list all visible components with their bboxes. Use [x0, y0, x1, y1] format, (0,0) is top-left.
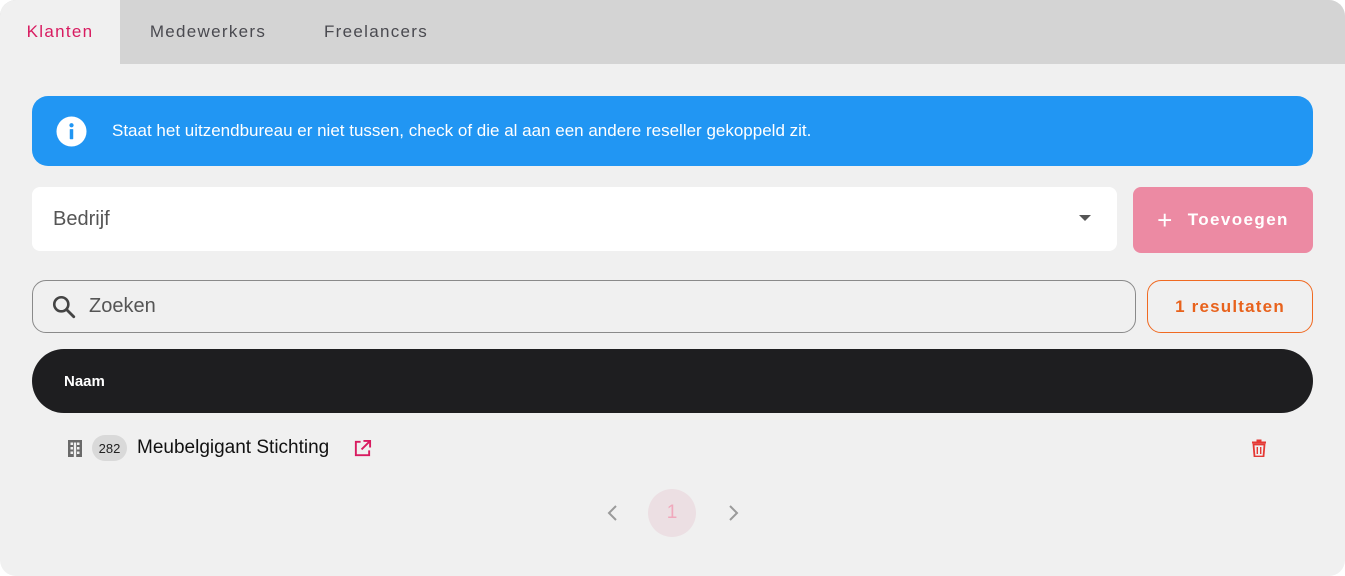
- add-button-label: Toevoegen: [1187, 210, 1289, 229]
- building-icon: [68, 440, 82, 457]
- search-icon: [52, 295, 76, 318]
- tab-freelancers[interactable]: Freelancers: [296, 0, 456, 64]
- tab-medewerkers[interactable]: Medewerkers: [120, 0, 296, 64]
- info-alert: Staat het uitzendbureau er niet tussen, …: [32, 96, 1313, 166]
- pagination: 1: [597, 489, 747, 537]
- customer-name: Meubelgigant Stichting: [137, 437, 330, 458]
- info-icon: [56, 115, 87, 147]
- company-select-value: Bedrijf: [53, 207, 110, 230]
- tab-bar: Klanten Medewerkers Freelancers: [0, 0, 1345, 64]
- company-select[interactable]: Bedrijf: [32, 187, 1117, 251]
- chevron-left-icon[interactable]: [601, 501, 625, 525]
- results-count-badge: 1 resultaten: [1147, 280, 1313, 333]
- search-field[interactable]: [32, 280, 1136, 333]
- trash-icon[interactable]: [1251, 439, 1267, 457]
- id-badge: 282: [92, 435, 127, 461]
- chevron-down-icon: [1079, 215, 1091, 221]
- search-input[interactable]: [89, 295, 989, 318]
- chevron-right-icon[interactable]: [721, 501, 745, 525]
- page-button-current[interactable]: 1: [648, 489, 696, 537]
- table-header: Naam: [32, 349, 1313, 413]
- add-button[interactable]: + Toevoegen: [1133, 187, 1313, 253]
- plus-icon: +: [1157, 205, 1174, 235]
- table-row[interactable]: 282 Meubelgigant Stichting: [32, 424, 1313, 472]
- tab-klanten[interactable]: Klanten: [0, 0, 120, 64]
- customer-panel: Klanten Medewerkers Freelancers Staat he…: [0, 0, 1345, 576]
- column-header-naam[interactable]: Naam: [64, 373, 105, 390]
- alert-text: Staat het uitzendbureau er niet tussen, …: [112, 121, 812, 140]
- external-link-icon[interactable]: [353, 439, 372, 458]
